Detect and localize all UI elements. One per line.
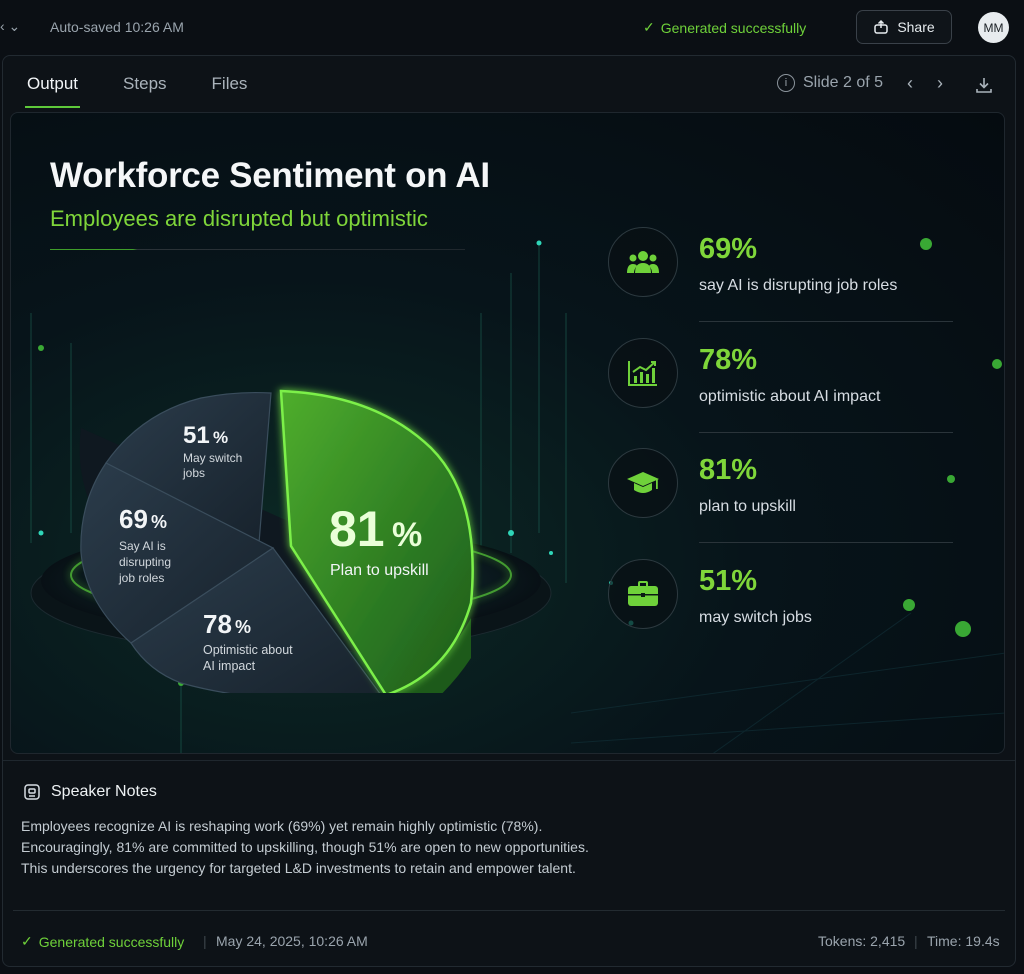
- stat-label: may switch jobs: [699, 609, 812, 626]
- footer-separator: |: [914, 933, 918, 949]
- pie-label-69-line2: disrupting: [119, 555, 171, 569]
- info-icon[interactable]: i: [777, 74, 795, 92]
- stat-upskill: 81% plan to upskill: [608, 446, 953, 556]
- footer-status-text: Generated successfully: [38, 933, 185, 950]
- stat-divider: [699, 542, 953, 543]
- stat-value: 81%: [699, 454, 758, 486]
- footer-separator: |: [203, 933, 207, 949]
- stat-disrupting: 69% say AI is disrupting job roles: [608, 225, 953, 335]
- stat-label: optimistic about AI impact: [699, 388, 881, 405]
- generation-status: ✓ Generated successfully: [643, 19, 806, 36]
- check-icon: ✓: [21, 933, 33, 949]
- pie-label-69-line1: Say AI is: [119, 539, 166, 553]
- stat-label: plan to upskill: [699, 498, 796, 515]
- pie-label-69-line3: job roles: [118, 571, 164, 585]
- back-menu-button[interactable]: ‹ ⌄: [0, 18, 20, 35]
- share-icon: [874, 19, 889, 34]
- pie-label-81-value: 81: [329, 501, 385, 557]
- pie-chart: 51 % May switch jobs 69 % Say AI is disr…: [30, 389, 552, 693]
- stat-optimistic: 78% optimistic about AI impact: [608, 336, 953, 446]
- chart-icon: [608, 338, 678, 408]
- tab-output[interactable]: Output: [24, 74, 81, 108]
- stat-value: 51%: [699, 565, 758, 597]
- notes-line: Encouragingly, 81% are committed to upsk…: [21, 839, 589, 855]
- tab-steps[interactable]: Steps: [123, 74, 166, 108]
- top-bar: ‹ ⌄ Auto-saved 10:26 AM ✓ Generated succ…: [0, 0, 1024, 54]
- slide-counter: i Slide 2 of 5: [777, 74, 883, 92]
- slide-canvas: Workforce Sentiment on AI Employees are …: [10, 112, 1005, 754]
- stat-value: 78%: [699, 344, 758, 376]
- stat-divider: [699, 321, 953, 322]
- graduation-cap-icon: [608, 448, 678, 518]
- pie-label-69-unit: %: [151, 512, 167, 532]
- stat-switch-jobs: 51% may switch jobs: [608, 557, 953, 667]
- footer-date: May 24, 2025, 10:26 AM: [216, 933, 368, 949]
- stat-value: 69%: [699, 233, 758, 265]
- share-button[interactable]: Share: [856, 10, 952, 44]
- pie-label-51-line2: jobs: [182, 466, 205, 480]
- download-icon[interactable]: [975, 76, 993, 94]
- pie-label-81-unit: %: [392, 516, 422, 554]
- pie-label-81-line1: Plan to upskill: [330, 562, 429, 579]
- notes-line: This underscores the urgency for targete…: [21, 860, 576, 876]
- speaker-notes: Speaker Notes Employees recognize AI is …: [3, 760, 1015, 966]
- next-slide-button[interactable]: ›: [937, 73, 943, 94]
- pie-label-78-line2: AI impact: [203, 659, 256, 673]
- tab-files[interactable]: Files: [212, 74, 248, 108]
- notes-icon: [24, 784, 40, 800]
- notes-line: Employees recognize AI is reshaping work…: [21, 818, 543, 834]
- avatar[interactable]: MM: [978, 12, 1009, 43]
- speaker-notes-body: Employees recognize AI is reshaping work…: [21, 816, 721, 879]
- pie-label-51-value: 51: [183, 422, 210, 449]
- autosave-status: Auto-saved 10:26 AM: [50, 19, 184, 35]
- generation-status-text: Generated successfully: [660, 19, 807, 36]
- pie-label-78-line1: Optimistic about: [203, 643, 293, 657]
- footer-status: ✓ Generated successfully: [21, 933, 184, 950]
- briefcase-icon: [608, 559, 678, 629]
- pie-label-78-unit: %: [235, 617, 251, 637]
- footer-tokens: Tokens: 2,415: [818, 933, 906, 949]
- pie-label-51-unit: %: [213, 428, 228, 447]
- share-label: Share: [897, 19, 935, 35]
- stat-divider: [699, 432, 953, 433]
- speaker-notes-title: Speaker Notes: [51, 783, 157, 800]
- pie-label-69-value: 69: [119, 504, 148, 534]
- stat-label: say AI is disrupting job roles: [699, 277, 898, 294]
- slide-counter-text: Slide 2 of 5: [803, 74, 884, 91]
- people-icon: [608, 227, 678, 297]
- prev-slide-button[interactable]: ‹: [907, 73, 913, 94]
- footer-time: Time: 19.4s: [927, 933, 1000, 949]
- check-icon: ✓: [643, 19, 655, 35]
- speaker-notes-header: Speaker Notes: [23, 783, 157, 801]
- footer-divider: [13, 910, 1005, 911]
- tab-bar: Output Steps Files: [24, 74, 292, 108]
- pie-label-78-value: 78: [203, 609, 232, 639]
- pie-label-51-line1: May switch: [183, 451, 242, 465]
